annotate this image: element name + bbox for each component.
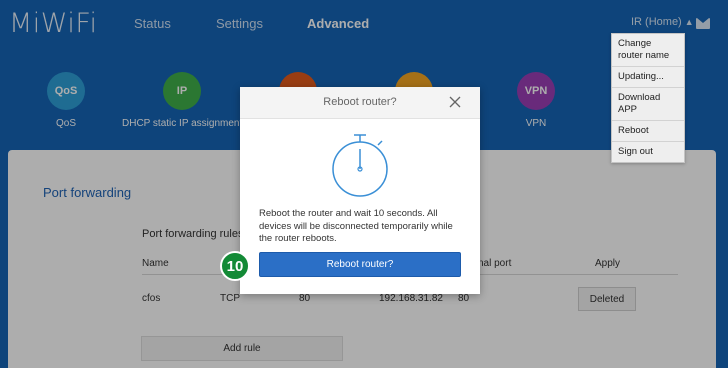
menu-item-updating[interactable]: Updating... bbox=[612, 67, 684, 88]
close-icon[interactable] bbox=[448, 95, 462, 109]
menu-item-download-app[interactable]: Download APP bbox=[612, 88, 684, 121]
dialog-title: Reboot router? bbox=[323, 96, 397, 108]
menu-item-sign-out[interactable]: Sign out bbox=[612, 142, 684, 162]
dialog-header: Reboot router? bbox=[240, 87, 480, 119]
step-number-badge: 10 bbox=[220, 251, 250, 281]
reboot-dialog: Reboot router? Reboot the router and wai… bbox=[240, 87, 480, 294]
stopwatch-icon bbox=[332, 134, 388, 197]
dialog-message: Reboot the router and wait 10 seconds. A… bbox=[259, 208, 453, 244]
user-dropdown-menu: Change router name Updating... Download … bbox=[611, 33, 685, 163]
confirm-reboot-button[interactable]: Reboot router? bbox=[259, 252, 461, 277]
menu-item-reboot[interactable]: Reboot bbox=[612, 121, 684, 142]
menu-item-change-router-name[interactable]: Change router name bbox=[612, 34, 684, 67]
